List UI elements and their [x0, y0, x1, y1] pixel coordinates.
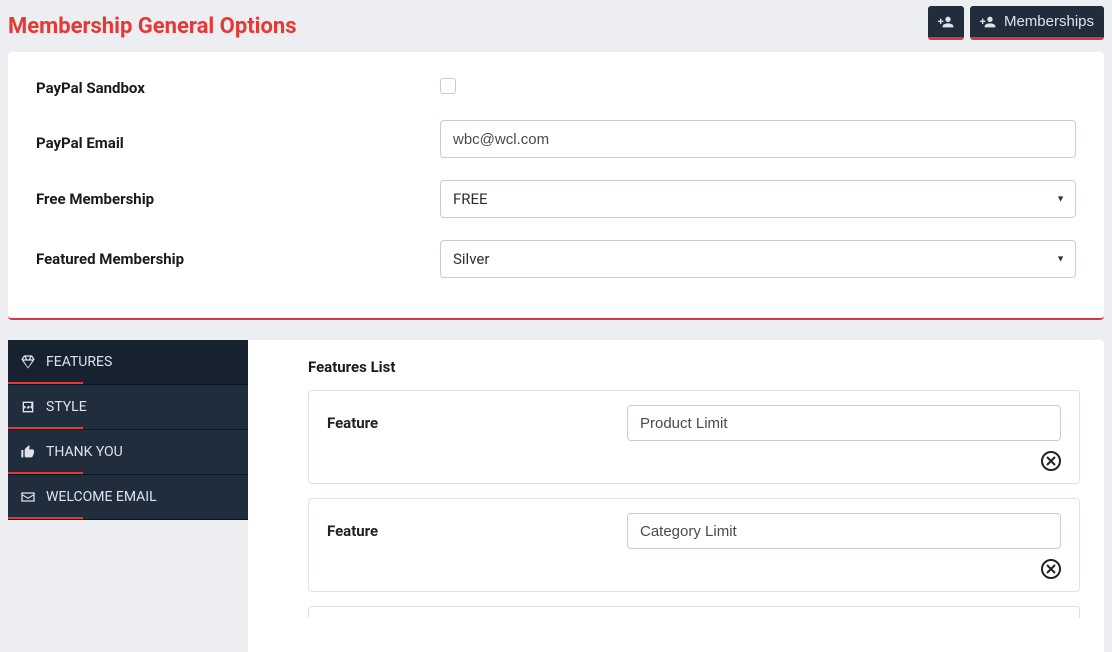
free-membership-label: Free Membership	[36, 190, 440, 208]
featured-membership-value: Silver	[453, 250, 489, 268]
paypal-email-input[interactable]	[440, 120, 1076, 158]
general-options-card: PayPal Sandbox PayPal Email Free Members…	[8, 52, 1104, 320]
memberships-button[interactable]: Memberships	[970, 6, 1104, 40]
tab-thank-you-label: THANK YOU	[46, 444, 123, 460]
tab-style[interactable]: STYLE	[8, 385, 248, 430]
featured-membership-label: Featured Membership	[36, 250, 440, 268]
free-membership-select[interactable]: FREE	[440, 180, 1076, 218]
add-member-button[interactable]	[928, 6, 964, 40]
delete-feature-button[interactable]	[1041, 559, 1061, 579]
diamond-icon	[20, 354, 36, 370]
close-icon	[1046, 564, 1056, 574]
free-membership-value: FREE	[453, 190, 488, 208]
tab-welcome-email-label: WELCOME EMAIL	[46, 489, 157, 505]
tab-welcome-email[interactable]: WELCOME EMAIL	[8, 475, 248, 520]
thumbs-up-icon	[20, 444, 36, 460]
paypal-sandbox-checkbox[interactable]	[440, 78, 456, 94]
paypal-sandbox-label: PayPal Sandbox	[36, 79, 440, 97]
feature-card	[308, 606, 1080, 618]
feature-card: Feature	[308, 390, 1080, 484]
tabs-sidebar: FEATURES STYLE THANK YOU WELCOME EMAIL	[8, 340, 248, 652]
envelope-icon	[20, 489, 36, 505]
features-panel: Features List Feature Feature	[248, 340, 1104, 652]
featured-membership-select[interactable]: Silver	[440, 240, 1076, 278]
user-plus-icon	[980, 14, 996, 30]
feature-card: Feature	[308, 498, 1080, 592]
memberships-button-label: Memberships	[1004, 13, 1094, 30]
delete-feature-button[interactable]	[1041, 451, 1061, 471]
tab-thank-you[interactable]: THANK YOU	[8, 430, 248, 475]
tab-features-label: FEATURES	[46, 354, 112, 370]
feature-input[interactable]	[627, 513, 1061, 549]
feature-label: Feature	[327, 522, 607, 540]
user-plus-icon	[938, 14, 954, 30]
features-list-title: Features List	[308, 358, 1080, 376]
image-icon	[20, 399, 36, 415]
feature-label: Feature	[327, 414, 607, 432]
page-title: Membership General Options	[8, 6, 297, 39]
tab-style-label: STYLE	[46, 399, 87, 415]
close-icon	[1046, 456, 1056, 466]
tab-features[interactable]: FEATURES	[8, 340, 248, 385]
feature-input[interactable]	[627, 405, 1061, 441]
paypal-email-label: PayPal Email	[36, 126, 440, 152]
